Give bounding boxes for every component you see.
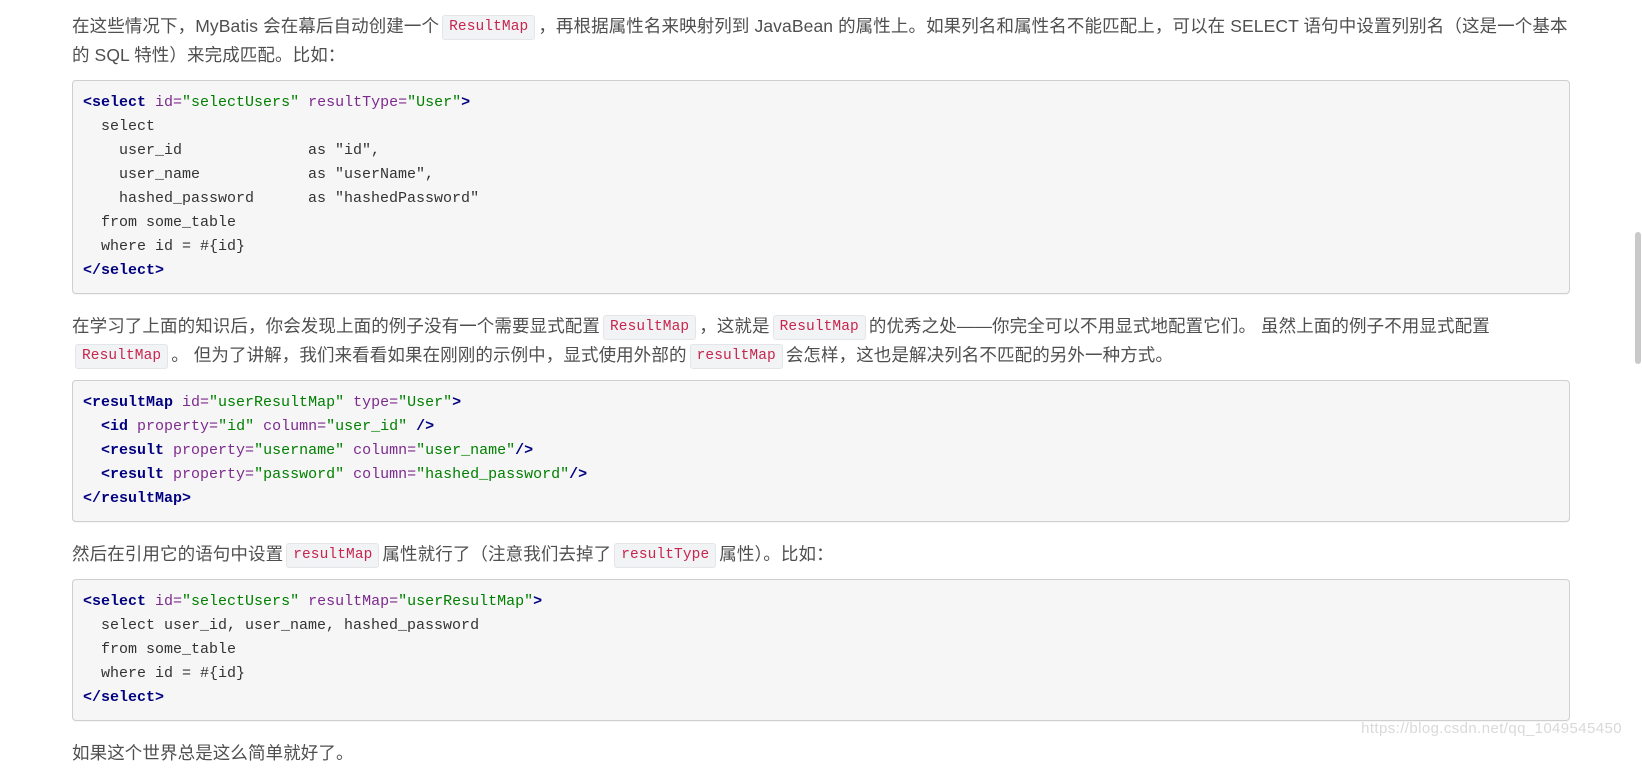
code-token-str: "password" (254, 466, 345, 483)
code-token-tag: <select (83, 593, 147, 610)
code-token-tag: /> (515, 442, 534, 459)
code-token-attr: resultType= (308, 94, 408, 111)
code-token-tag: <select (83, 94, 147, 111)
code-token-attr: id= (155, 593, 183, 610)
code-token-str: "userResultMap" (398, 593, 534, 610)
watermark: https://blog.csdn.net/qq_1049545450 (1361, 720, 1622, 737)
code-token-str: "userResultMap" (209, 394, 345, 411)
code-token-tag: > (461, 94, 471, 111)
code-token-attr: property= (137, 418, 219, 435)
inline-code-resultmap-lower: resultMap (689, 344, 783, 369)
code-block-select-resultmap[interactable]: <select id="selectUsers" resultMap="user… (72, 579, 1570, 721)
code-token-attr: column= (263, 418, 327, 435)
code-token-tag: </resultMap> (83, 490, 192, 507)
code-token-str: "selectUsers" (182, 593, 300, 610)
paragraph-4-text-1: 如果这个世界总是这么简单就好了。 (72, 743, 354, 763)
code-token-plain: hashed_password as "hashedPassword" (83, 190, 480, 207)
code-token-tag: <result (101, 466, 165, 483)
code-token-attr: column= (353, 442, 417, 459)
paragraph-2-text-1: 在学习了上面的知识后，你会发现上面的例子没有一个需要显式配置 (72, 316, 600, 336)
paragraph-3-text-3: 属性）。比如： (719, 544, 834, 564)
code-token-tag: /> (416, 418, 435, 435)
code-token-plain: select (83, 118, 156, 135)
code-token-str: "username" (254, 442, 345, 459)
code-token-str: "hashed_password" (416, 466, 570, 483)
code-token-plain: select user_id, user_name, hashed_passwo… (83, 617, 480, 634)
code-token-plain: user_id as "id", (83, 142, 381, 159)
code-token-tag: <result (101, 442, 165, 459)
code-token-str: "User" (398, 394, 453, 411)
inline-code-resultmap: ResultMap (442, 15, 536, 40)
code-token-attr: type= (353, 394, 399, 411)
code-token-str: "User" (407, 94, 462, 111)
code-token-attr: resultMap= (308, 593, 399, 610)
code-token-tag: </select> (83, 689, 165, 706)
code-token-str: "user_name" (416, 442, 516, 459)
paragraph-4: 如果这个世界总是这么简单就好了。 (72, 739, 1570, 768)
code-token-tag: <id (101, 418, 129, 435)
scrollbar-thumb[interactable] (1635, 232, 1641, 364)
code-block-select-resulttype[interactable]: <select id="selectUsers" resultType="Use… (72, 80, 1570, 294)
article-body: 在这些情况下，MyBatis 会在幕后自动创建一个 ResultMap ，再根据属性… (0, 0, 1642, 776)
code-token-tag: <resultMap (83, 394, 174, 411)
code-token-attr: property= (173, 442, 255, 459)
code-token-plain: user_name as "userName", (83, 166, 435, 183)
code-token-str: "id" (218, 418, 255, 435)
code-token-attr: id= (155, 94, 183, 111)
paragraph-2-text-3: 的优秀之处——你完全可以不用显式地配置它们。 虽然上面的例子不用显式配置 (868, 316, 1490, 336)
paragraph-2-text-4: 。 但为了讲解，我们来看看如果在刚刚的示例中，显式使用外部的 (171, 345, 687, 365)
paragraph-3-text-2: 属性就行了（注意我们去掉了 (382, 544, 612, 564)
inline-code-resultmap-lower: resultMap (286, 543, 380, 568)
code-token-str: "user_id" (326, 418, 408, 435)
code-token-attr: property= (173, 466, 255, 483)
inline-code-resultmap: ResultMap (772, 315, 866, 340)
inline-code-resultmap: ResultMap (75, 344, 169, 369)
paragraph-1: 在这些情况下，MyBatis 会在幕后自动创建一个 ResultMap ，再根据属性… (72, 12, 1570, 70)
inline-code-resultmap: ResultMap (603, 315, 697, 340)
paragraph-3: 然后在引用它的语句中设置 resultMap 属性就行了（注意我们去掉了 result… (72, 540, 1570, 569)
paragraph-1-text-1: 在这些情况下，MyBatis 会在幕后自动创建一个 (72, 16, 440, 36)
code-token-plain: where id = #{id} (83, 665, 246, 682)
code-token-plain: where id = #{id} (83, 238, 246, 255)
paragraph-2-text-5: 会怎样，这也是解决列名不匹配的另外一种方式。 (785, 345, 1174, 365)
inline-code-resulttype: resultType (614, 543, 717, 568)
paragraph-3-text-1: 然后在引用它的语句中设置 (72, 544, 284, 564)
code-token-tag: </select> (83, 262, 165, 279)
code-token-str: "selectUsers" (182, 94, 300, 111)
paragraph-2-text-2: ，这就是 (699, 316, 770, 336)
code-token-plain: from some_table (83, 641, 237, 658)
code-token-tag: > (533, 593, 543, 610)
code-token-attr: column= (353, 466, 417, 483)
code-token-attr: id= (182, 394, 210, 411)
paragraph-2: 在学习了上面的知识后，你会发现上面的例子没有一个需要显式配置 ResultMap，… (72, 312, 1570, 370)
code-token-plain: from some_table (83, 214, 237, 231)
code-block-resultmap[interactable]: <resultMap id="userResultMap" type="User… (72, 380, 1570, 522)
code-token-tag: > (452, 394, 462, 411)
code-token-tag: /> (569, 466, 588, 483)
